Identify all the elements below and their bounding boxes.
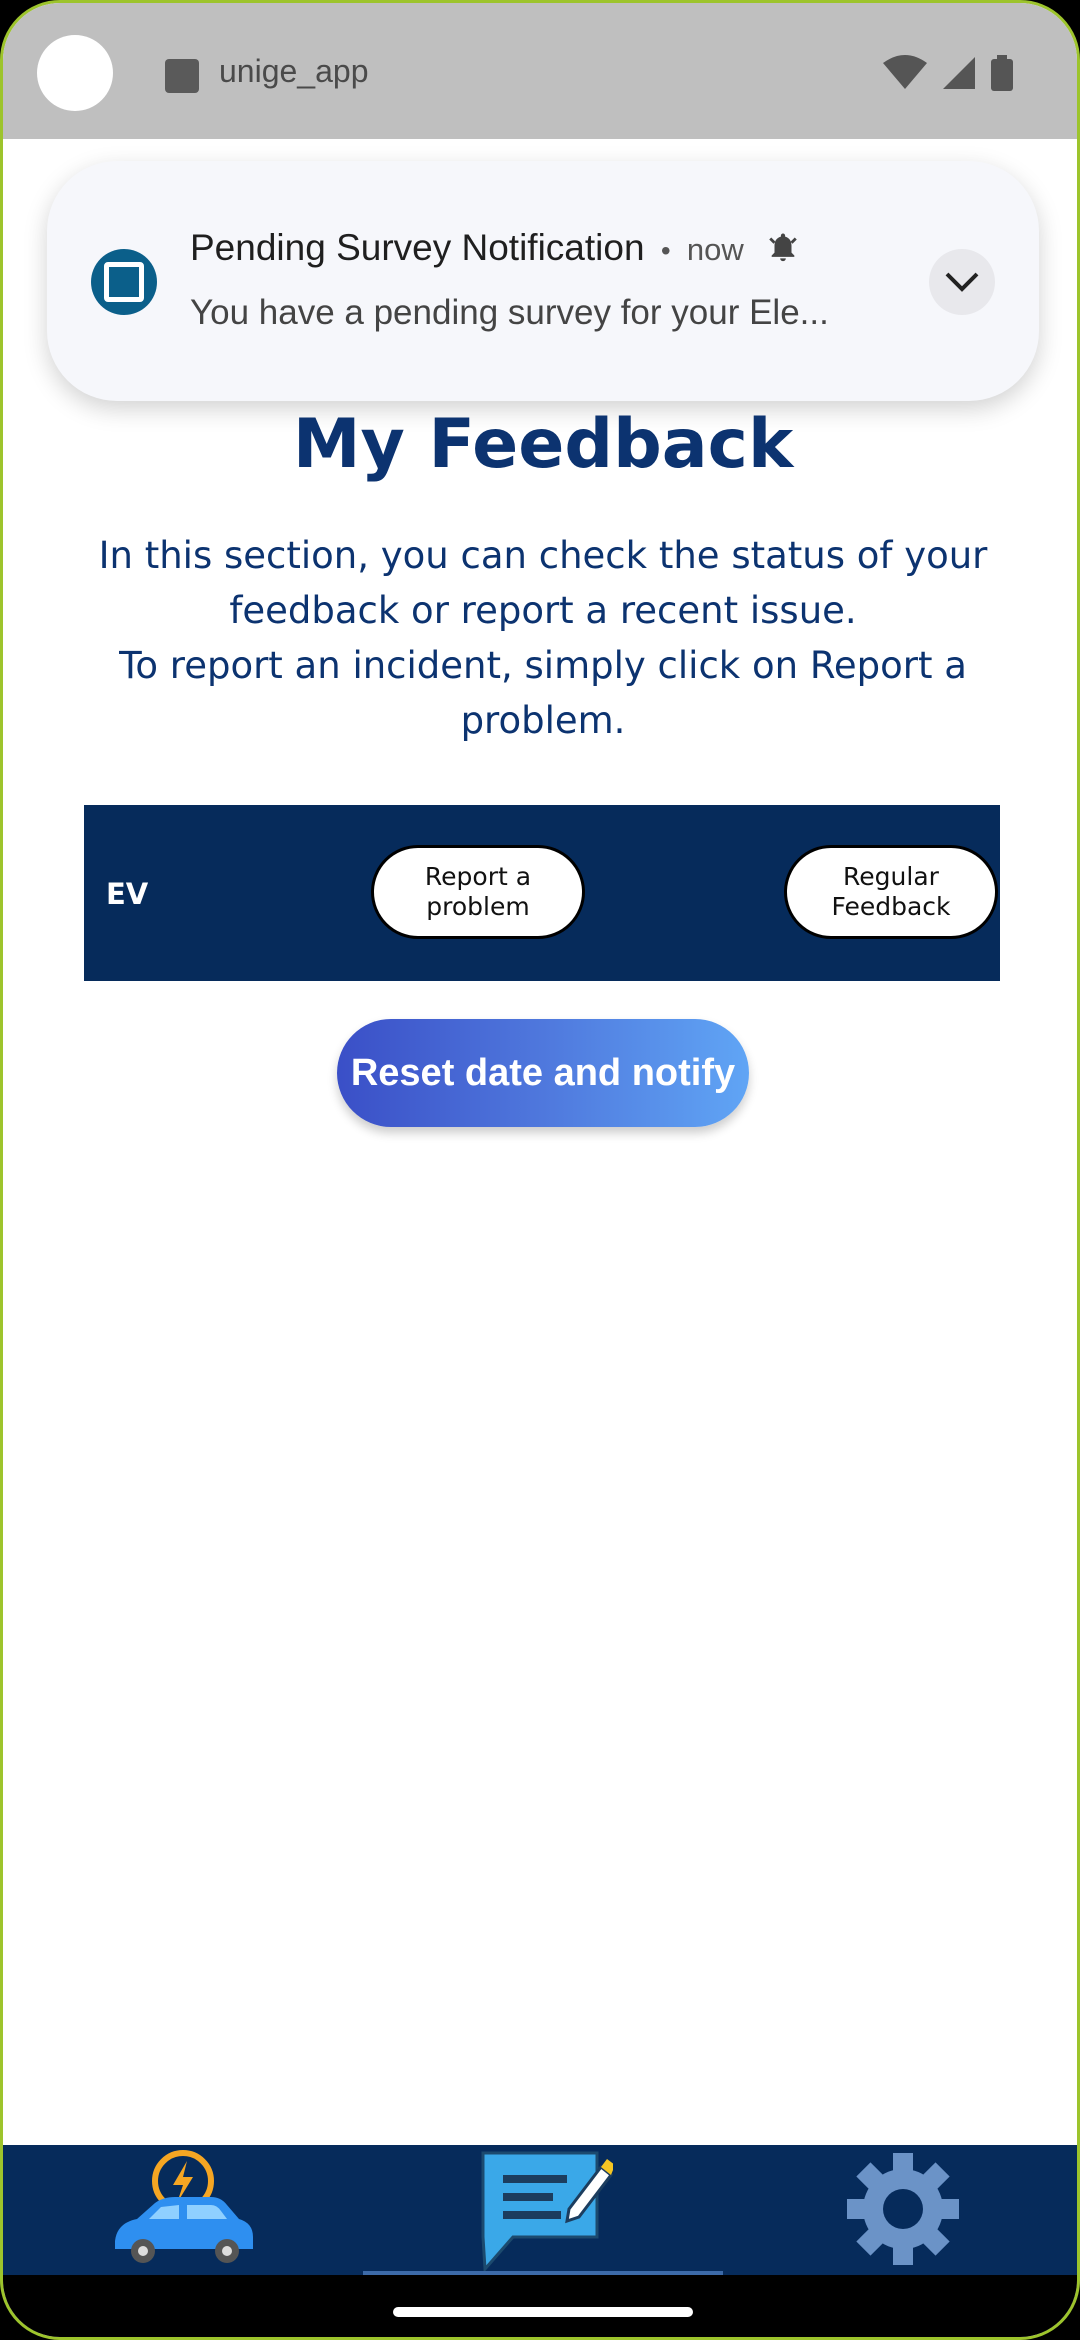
report-problem-button[interactable]: Report a problem <box>371 845 585 939</box>
intro-paragraph-1: In this section, you can check the statu… <box>98 534 988 632</box>
status-app-name: unige_app <box>219 53 369 89</box>
camera-cutout <box>37 35 113 111</box>
nav-item-ev[interactable] <box>103 2145 273 2275</box>
page-title: My Feedback <box>292 405 794 484</box>
regular-feedback-label-line1: Regular <box>843 862 939 891</box>
notification-body: You have a pending survey for your Ele..… <box>190 293 829 332</box>
regular-feedback-button[interactable]: Regular Feedback <box>784 845 998 939</box>
intro-text: In this section, you can check the statu… <box>73 528 1013 748</box>
ev-car-icon <box>115 2150 253 2263</box>
nav-item-settings[interactable] <box>847 2145 959 2275</box>
notification-title: Pending Survey Notification <box>190 227 645 268</box>
wifi-icon <box>883 55 927 89</box>
regular-feedback-label-line2: Feedback <box>831 892 951 921</box>
ev-feedback-card: EV Report a problem Regular Feedback <box>84 805 1000 981</box>
report-problem-label-line1: Report a <box>424 862 532 891</box>
bottom-navigation <box>3 2145 1077 2275</box>
system-icons <box>883 55 1013 91</box>
report-problem-label-line2: problem <box>426 892 530 921</box>
chevron-down-icon <box>945 272 979 292</box>
status-bar: unige_app <box>3 3 1077 139</box>
bell-icon <box>769 233 797 262</box>
notification-time: now <box>686 232 744 267</box>
gesture-bar <box>3 2275 1077 2337</box>
intro-paragraph-2: To report an incident, simply click on R… <box>119 644 967 742</box>
cell-signal-icon <box>943 57 975 89</box>
ev-label: EV <box>106 877 149 911</box>
stop-square-icon <box>91 249 157 315</box>
notification-separator: • <box>660 235 671 266</box>
feedback-icon <box>481 2151 615 2273</box>
reset-date-notify-button[interactable]: Reset date and notify <box>337 1019 749 1127</box>
settings-gear-icon <box>847 2153 959 2265</box>
survey-notification[interactable]: Pending Survey Notification • now You ha… <box>47 161 1039 401</box>
phone-screen: unige_app Pending Survey Notification • … <box>0 0 1080 2340</box>
notification-header: Pending Survey Notification • now <box>190 227 800 269</box>
battery-icon <box>991 55 1013 91</box>
home-handle[interactable] <box>393 2307 693 2317</box>
notification-expand-button[interactable] <box>929 249 995 315</box>
nav-item-feedback[interactable] <box>473 2145 615 2275</box>
app-notification-icon <box>165 59 199 93</box>
